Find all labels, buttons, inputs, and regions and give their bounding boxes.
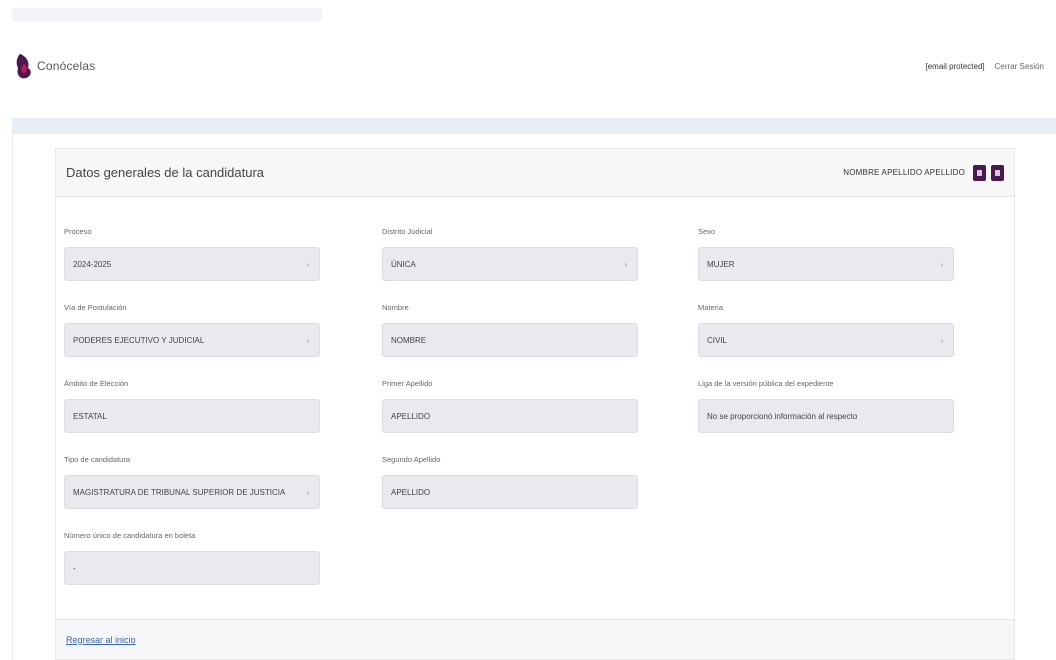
materia-select[interactable]: CIVIL › <box>698 323 954 357</box>
field-nombre: Nombre NOMBRE <box>382 303 644 357</box>
field-value: PODERES EJECUTIVO Y JUDICIAL <box>73 335 205 345</box>
field-value: CIVIL <box>707 335 728 345</box>
field-numero: Número único de candidatura en boleta - <box>64 531 326 585</box>
field-label: Nombre <box>382 303 409 312</box>
field-value: - <box>73 563 76 573</box>
field-ambito: Ámbito de Elección ESTATAL <box>64 379 326 433</box>
nombre-field[interactable]: NOMBRE <box>382 323 638 357</box>
prev-button[interactable] <box>973 164 986 181</box>
field-liga: Liga de la versión pública del expedient… <box>698 379 960 433</box>
card-title: Datos generales de la candidatura <box>66 165 265 180</box>
field-label: Segundo Apellido <box>382 455 441 464</box>
field-value: MAGISTRATURA DE TRIBUNAL SUPERIOR DE JUS… <box>73 487 286 497</box>
chevron-down-icon: › <box>306 487 309 497</box>
field-value: APELLIDO <box>391 411 431 421</box>
candidate-card: Datos generales de la candidatura NOMBRE… <box>55 148 1015 660</box>
field-sexo: Sexo MUJER › <box>698 227 960 281</box>
field-value: NOMBRE <box>391 335 427 345</box>
field-value: MUJER <box>707 259 735 269</box>
field-label: Vía de Postulación <box>64 303 127 312</box>
field-proceso: Proceso 2024-2025 › <box>64 227 326 281</box>
field-value: APELLIDO <box>391 487 431 497</box>
segundo-apellido-field[interactable]: APELLIDO <box>382 475 638 509</box>
header-band <box>12 118 1056 134</box>
user-area: [email protected] Cerrar Sesión <box>926 62 1045 71</box>
chevron-down-icon: › <box>306 259 309 269</box>
field-label: Sexo <box>698 227 716 236</box>
field-value: No se proporcionó información al respect… <box>707 411 858 421</box>
field-materia: Materia CIVIL › <box>698 303 960 357</box>
field-tipo: Tipo de candidatura MAGISTRATURA DE TRIB… <box>64 455 326 509</box>
user-email: [email protected] <box>925 62 985 71</box>
field-value: 2024-2025 <box>73 259 112 269</box>
field-label: Tipo de candidatura <box>64 455 131 464</box>
chevron-down-icon: › <box>940 335 943 345</box>
main-content: Datos generales de la candidatura NOMBRE… <box>12 134 1056 660</box>
field-label: Número único de candidatura en boleta <box>64 531 196 540</box>
field-label: Ámbito de Elección <box>64 379 129 388</box>
field-label: Primer Apellido <box>382 379 433 388</box>
chevron-down-icon: › <box>624 259 627 269</box>
distrito-select[interactable]: ÚNICA › <box>382 247 638 281</box>
field-label: Proceso <box>64 227 92 236</box>
back-link[interactable]: Regresar al inicio <box>66 635 136 645</box>
proceso-select[interactable]: 2024-2025 › <box>64 247 320 281</box>
field-label: Materia <box>698 303 724 312</box>
chevron-down-icon: › <box>940 259 943 269</box>
brand-name: Conócelas <box>37 59 96 73</box>
numero-field[interactable]: - <box>64 551 320 585</box>
primer-apellido-field[interactable]: APELLIDO <box>382 399 638 433</box>
field-value: ESTATAL <box>73 411 107 421</box>
header-actions: NOMBRE APELLIDO APELLIDO <box>843 164 1004 181</box>
brand-logo[interactable]: Conócelas <box>14 52 96 80</box>
field-label: Distrito Judicial <box>382 227 433 236</box>
candidate-name: NOMBRE APELLIDO APELLIDO <box>843 168 965 177</box>
chevron-down-icon: › <box>306 335 309 345</box>
card-header: Datos generales de la candidatura NOMBRE… <box>56 149 1014 197</box>
field-segundo-apellido: Segundo Apellido APELLIDO <box>382 455 644 509</box>
browser-tabs-strip <box>12 8 322 22</box>
via-select[interactable]: PODERES EJECUTIVO Y JUDICIAL › <box>64 323 320 357</box>
logo-icon <box>14 52 34 80</box>
fields-grid: Proceso 2024-2025 › Vía de Postulación P… <box>56 197 1014 607</box>
top-navbar: Conócelas [email protected] Cerrar Sesió… <box>0 0 1056 120</box>
card-footer: Regresar al inicio <box>56 619 1014 659</box>
sexo-select[interactable]: MUJER › <box>698 247 954 281</box>
next-button[interactable] <box>991 164 1004 181</box>
liga-field[interactable]: No se proporcionó información al respect… <box>698 399 954 433</box>
field-label: Liga de la versión pública del expedient… <box>698 379 834 388</box>
field-via: Vía de Postulación PODERES EJECUTIVO Y J… <box>64 303 326 357</box>
logout-link[interactable]: Cerrar Sesión <box>995 62 1044 71</box>
prev-icon <box>977 169 982 176</box>
field-distrito: Distrito Judicial ÚNICA › <box>382 227 644 281</box>
field-value: ÚNICA <box>391 259 416 269</box>
next-icon <box>995 169 1000 176</box>
tipo-select[interactable]: MAGISTRATURA DE TRIBUNAL SUPERIOR DE JUS… <box>64 475 320 509</box>
ambito-field[interactable]: ESTATAL <box>64 399 320 433</box>
field-primer-apellido: Primer Apellido APELLIDO <box>382 379 644 433</box>
